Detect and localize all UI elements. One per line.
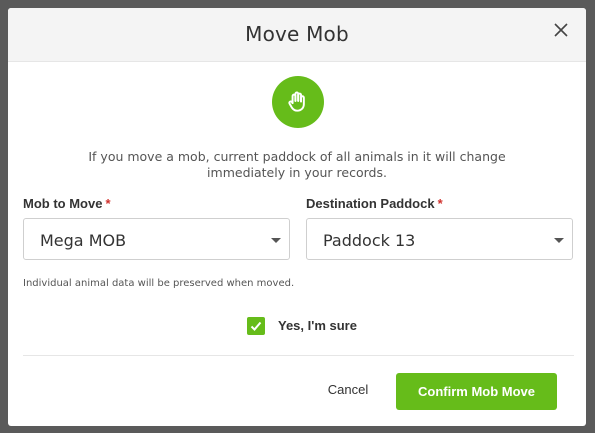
checkmark-icon — [250, 321, 262, 331]
confirm-mob-move-button[interactable]: Confirm Mob Move — [396, 373, 557, 410]
hand-icon-badge — [272, 76, 324, 128]
cancel-button[interactable]: Cancel — [318, 382, 378, 402]
chevron-down-icon — [271, 238, 281, 243]
dialog-header: Move Mob — [8, 8, 586, 62]
close-icon — [554, 23, 568, 37]
chevron-down-icon — [554, 238, 564, 243]
footer-divider — [23, 355, 574, 356]
required-marker: * — [105, 196, 111, 211]
confirm-checkbox-label[interactable]: Yes, I'm sure — [278, 318, 357, 333]
paddock-field-label: Destination Paddock * — [306, 196, 443, 211]
mob-select-value: Mega MOB — [40, 231, 127, 250]
dialog-title: Move Mob — [245, 22, 349, 46]
paddock-select[interactable]: Paddock 13 — [306, 218, 573, 260]
close-button[interactable] — [548, 17, 574, 43]
paddock-select-value: Paddock 13 — [323, 231, 416, 250]
confirm-checkbox[interactable] — [247, 317, 265, 335]
move-warning-message: If you move a mob, current paddock of al… — [88, 149, 506, 180]
mob-field-label: Mob to Move * — [23, 196, 111, 211]
move-mob-dialog: Move Mob If you move a mob, current padd… — [8, 8, 586, 426]
mob-select[interactable]: Mega MOB — [23, 218, 290, 260]
required-marker: * — [437, 196, 443, 211]
preservation-note: Individual animal data will be preserved… — [23, 278, 295, 289]
hand-icon — [288, 91, 305, 112]
